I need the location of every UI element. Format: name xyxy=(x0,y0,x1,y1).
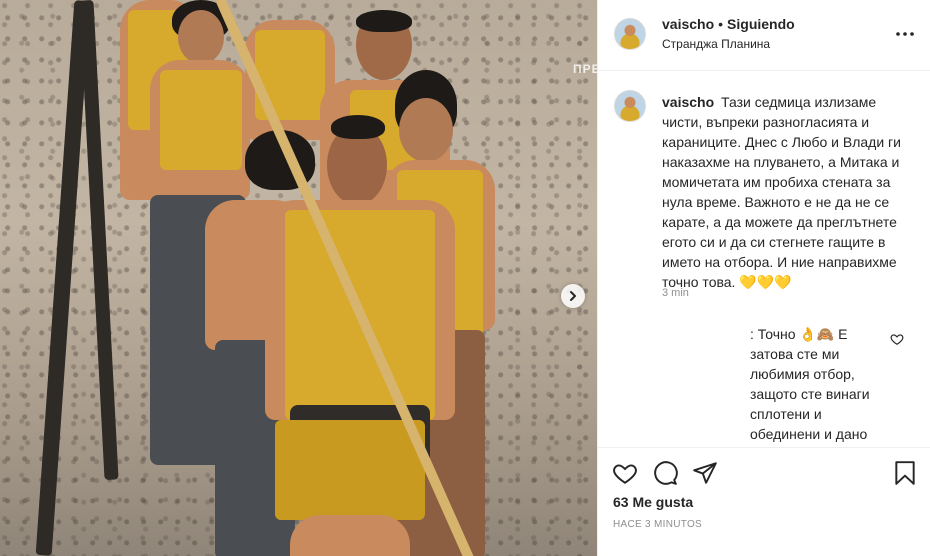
more-icon xyxy=(896,32,914,36)
separator-dot: • xyxy=(718,16,724,32)
post-sidebar: vaischo • Siguiendo Странджа Планина vai… xyxy=(597,0,930,556)
post-photo[interactable]: ПРЕ xyxy=(0,0,597,556)
post-caption: vaischo Тази седмица излизаме чисти, въп… xyxy=(662,92,918,292)
more-options-button[interactable] xyxy=(893,22,917,46)
comment-text: : Точно 👌🙈 Е затова сте ми любимия отбор… xyxy=(750,326,875,447)
post-timestamp[interactable]: HACE 3 MINUTOS xyxy=(613,519,702,530)
share-icon[interactable] xyxy=(692,460,718,486)
post-actions: 63 Me gusta HACE 3 MINUTOS xyxy=(598,447,930,556)
bookmark-icon[interactable] xyxy=(892,460,918,486)
like-count[interactable]: 63 Me gusta xyxy=(613,494,693,510)
caption-avatar[interactable] xyxy=(614,90,646,122)
header-user-line: vaischo • Siguiendo xyxy=(662,16,795,32)
next-photo-button[interactable] xyxy=(561,284,585,308)
chevron-right-icon xyxy=(570,291,576,301)
caption-text: Тази седмица излизаме чисти, въпреки раз… xyxy=(662,94,901,290)
location-link[interactable]: Странджа Планина xyxy=(662,37,770,51)
username-link[interactable]: vaischo xyxy=(662,16,714,32)
avatar[interactable] xyxy=(614,18,646,50)
tv-watermark: ПРЕ xyxy=(573,62,597,76)
heart-icon[interactable] xyxy=(612,460,638,486)
comment-item: : Точно 👌🙈 Е затова сте ми любимия отбор… xyxy=(612,324,882,447)
post-header: vaischo • Siguiendo Странджа Планина xyxy=(598,0,930,71)
caption-age[interactable]: 3 min xyxy=(662,287,689,299)
comments-section[interactable]: vaischo Тази седмица излизаме чисти, въп… xyxy=(598,72,930,447)
following-button[interactable]: Siguiendo xyxy=(727,16,795,32)
heart-icon[interactable] xyxy=(890,332,904,346)
caption-username[interactable]: vaischo xyxy=(662,94,714,110)
comment-icon[interactable] xyxy=(652,460,678,486)
